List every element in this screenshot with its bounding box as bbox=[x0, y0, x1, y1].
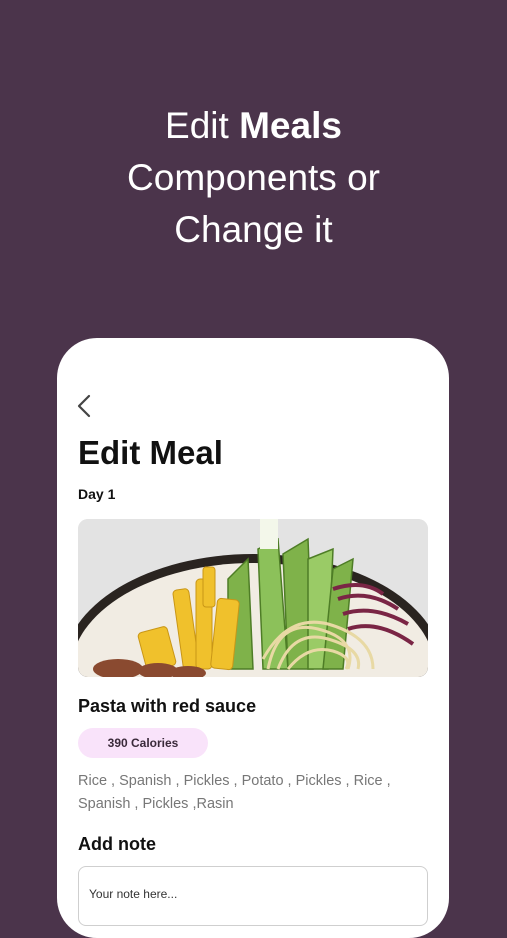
hero-line-2: Components or bbox=[127, 157, 380, 198]
add-note-label: Add note bbox=[78, 834, 156, 854]
hero-line-3: Change it bbox=[174, 209, 333, 250]
page-title: Edit Meal bbox=[78, 434, 223, 471]
chevron-left-icon[interactable] bbox=[75, 394, 95, 418]
calories-badge: 390 Calories bbox=[78, 728, 208, 758]
note-input[interactable] bbox=[78, 866, 428, 926]
meal-name: Pasta with red sauce bbox=[78, 696, 257, 716]
ingredients-list: Rice , Spanish , Pickles , Potato , Pick… bbox=[78, 770, 428, 816]
hero-line-1: Edit Meals bbox=[165, 105, 342, 146]
phone-screen: Edit Meal Day 1 Pasta with red sauce 390… bbox=[57, 338, 449, 938]
meal-image bbox=[78, 519, 428, 677]
ingredients-line-1: Rice , Spanish , Pickles , Potato , Pick… bbox=[78, 773, 391, 789]
ingredients-line-2: Spanish , Pickles ,Rasin bbox=[78, 796, 234, 812]
day-label: Day 1 bbox=[78, 486, 116, 502]
hero-headline: Edit Meals Components or Change it bbox=[0, 100, 507, 256]
